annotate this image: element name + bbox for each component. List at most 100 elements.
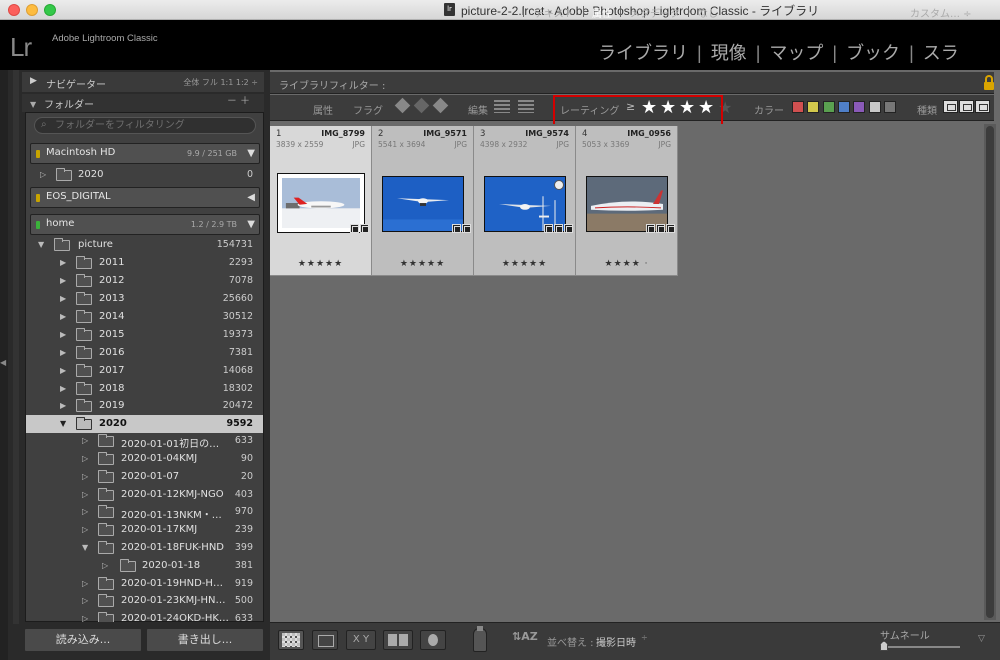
- color-label-swatch[interactable]: [868, 101, 881, 113]
- volume-toggle-icon[interactable]: ◀: [247, 192, 255, 203]
- expand-triangle-icon[interactable]: ▶: [60, 276, 66, 285]
- folder-row[interactable]: ▷ 2020 0: [26, 166, 263, 184]
- thumbnail-cell[interactable]: 4 IMG_0956 5053 x 3369 JPG ★★★★ ·: [576, 126, 678, 276]
- cell-rating[interactable]: ★★★★★: [474, 259, 575, 269]
- folder-row[interactable]: ▶ 2011 2293: [26, 254, 263, 272]
- kind-virtual-copy-icon[interactable]: [959, 100, 974, 113]
- expand-triangle-icon[interactable]: ▶: [60, 366, 66, 375]
- metadata-badge-icon[interactable]: [656, 224, 665, 233]
- folder-row[interactable]: ▷ 2020-01-19HND-H… 919: [26, 575, 263, 593]
- folder-row[interactable]: ▶ 2013 25660: [26, 290, 263, 308]
- collapse-triangle-icon[interactable]: ▼: [60, 419, 66, 428]
- folder-row[interactable]: ▶ 2016 7381: [26, 344, 263, 362]
- collapse-left-panel-icon[interactable]: ◀: [0, 358, 6, 367]
- close-window-button[interactable]: [8, 4, 20, 16]
- folder-row[interactable]: ▷ 2020-01-04KMJ 90: [26, 450, 263, 468]
- edit-badge-icon[interactable]: [462, 224, 471, 233]
- compare-view-button[interactable]: X Y: [346, 630, 376, 650]
- sort-direction-icon[interactable]: ⇅AZ: [512, 630, 538, 643]
- folder-row[interactable]: ▷ 2020-01-12KMJ-NGO 403: [26, 486, 263, 504]
- metadata-badge-icon[interactable]: [554, 224, 563, 233]
- expand-triangle-icon[interactable]: ▶: [60, 384, 66, 393]
- expand-triangle-icon[interactable]: ▶: [60, 294, 66, 303]
- module-book[interactable]: ブック: [846, 39, 900, 65]
- edit-badge-icon[interactable]: [564, 224, 573, 233]
- folder-row[interactable]: ▷ 2020-01-18 381: [26, 557, 263, 575]
- metadata-badge-icon[interactable]: [452, 224, 461, 233]
- expand-triangle-icon[interactable]: ▷: [82, 525, 88, 534]
- collapse-triangle-icon[interactable]: ▼: [30, 100, 36, 109]
- export-button[interactable]: 書き出し...: [146, 628, 264, 652]
- edit-badge-icon[interactable]: [666, 224, 675, 233]
- left-panel-scrollbar[interactable]: [13, 70, 19, 624]
- folder-row[interactable]: ▷ 2020-01-24OKD-HK… 633: [26, 610, 263, 622]
- sort-criteria-dropdown[interactable]: 撮影日時: [596, 634, 636, 649]
- expand-triangle-icon[interactable]: ▷: [82, 596, 88, 605]
- folder-row[interactable]: ▷ 2020-01-07 20: [26, 468, 263, 486]
- cell-rating[interactable]: ★★★★★: [270, 259, 371, 269]
- thumbnail-cell[interactable]: 1 IMG_8799 3839 x 2559 JPG ★★★★★: [270, 126, 372, 276]
- collapse-triangle-icon[interactable]: ▼: [82, 543, 88, 552]
- expand-triangle-icon[interactable]: ▶: [30, 76, 37, 86]
- color-label-swatch[interactable]: [792, 101, 804, 113]
- expand-triangle-icon[interactable]: ▶: [60, 258, 66, 267]
- kind-master-icon[interactable]: [943, 100, 958, 113]
- metadata-badge-icon[interactable]: [350, 224, 359, 233]
- expand-triangle-icon[interactable]: ▷: [82, 436, 88, 445]
- toolbar-menu-triangle-icon[interactable]: ▽: [978, 634, 985, 644]
- color-label-swatch[interactable]: [837, 101, 850, 113]
- folders-header[interactable]: ▼ フォルダー － ＋: [22, 94, 264, 112]
- volume-toggle-icon[interactable]: ▼: [247, 219, 255, 230]
- expand-triangle-icon[interactable]: ▶: [60, 401, 66, 410]
- navigator-zoom-options[interactable]: 全体 フル 1:1 1:2 ÷: [183, 77, 258, 88]
- scrollbar-thumb[interactable]: [986, 126, 994, 618]
- kind-video-icon[interactable]: [975, 100, 990, 113]
- folder-row[interactable]: ▷ 2020-01-17KMJ 239: [26, 521, 263, 539]
- minimize-window-button[interactable]: [26, 4, 38, 16]
- module-develop[interactable]: 現像: [711, 39, 747, 65]
- color-label-swatch[interactable]: [807, 101, 820, 113]
- volume-macintosh-hd[interactable]: Macintosh HD 9.9 / 251 GB ▼: [30, 143, 260, 164]
- folder-row[interactable]: ▶ 2014 30512: [26, 308, 263, 326]
- color-label-swatch[interactable]: [883, 101, 896, 113]
- module-slideshow[interactable]: スラ: [923, 39, 959, 65]
- module-library[interactable]: ライブラリ: [598, 39, 688, 65]
- folder-row[interactable]: ▼ 2020-01-18FUK-HND 399: [26, 539, 263, 557]
- folder-row[interactable]: ▶ 2012 7078: [26, 272, 263, 290]
- import-button[interactable]: 読み込み...: [24, 628, 142, 652]
- color-label-swatch[interactable]: [853, 101, 866, 113]
- thumbnail-size-slider[interactable]: [884, 646, 960, 648]
- folder-row[interactable]: ▷ 2020-01-13NKM・… 970: [26, 503, 263, 521]
- collapse-triangle-icon[interactable]: ▼: [38, 240, 44, 249]
- expand-triangle-icon[interactable]: ▷: [82, 490, 88, 499]
- painter-spray-icon[interactable]: [473, 626, 487, 652]
- lock-icon[interactable]: [984, 75, 994, 91]
- sort-dropdown-arrows[interactable]: ÷: [641, 633, 648, 642]
- expand-triangle-icon[interactable]: ▷: [82, 454, 88, 463]
- folder-row[interactable]: ▶ 2015 19373: [26, 326, 263, 344]
- expand-triangle-icon[interactable]: ▶: [60, 348, 66, 357]
- quick-collection-circle-icon[interactable]: [554, 180, 564, 190]
- people-view-button[interactable]: [420, 630, 446, 650]
- volume-home[interactable]: home 1.2 / 2.9 TB ▼: [30, 214, 260, 235]
- crop-badge-icon[interactable]: [646, 224, 655, 233]
- expand-triangle-icon[interactable]: ▷: [82, 472, 88, 481]
- thumbnail-cell[interactable]: 2 IMG_9571 5541 x 3694 JPG ★★★★★: [372, 126, 474, 276]
- expand-triangle-icon[interactable]: ▷: [82, 579, 88, 588]
- cell-rating[interactable]: ★★★★★: [372, 259, 473, 269]
- folder-search[interactable]: ⌕: [34, 117, 256, 134]
- filter-tab-text[interactable]: テキスト: [534, 5, 574, 20]
- survey-view-button[interactable]: [383, 630, 413, 650]
- cell-rating[interactable]: ★★★★ ·: [576, 259, 677, 269]
- folder-row[interactable]: ▶ 2018 18302: [26, 380, 263, 398]
- expand-triangle-icon[interactable]: ▷: [82, 507, 88, 516]
- folder-expand-icon[interactable]: ▷: [40, 170, 46, 179]
- folder-row[interactable]: ▷ 2020-01-23KMJ-HN… 500: [26, 592, 263, 610]
- filter-tab-metadata[interactable]: メタデータ: [630, 5, 680, 20]
- thumbnail-cell[interactable]: 3 IMG_9574 4398 x 2932 JPG ★★★★★: [474, 126, 576, 276]
- filter-preset-dropdown[interactable]: カスタム… ÷: [910, 5, 972, 20]
- expand-triangle-icon[interactable]: ▷: [82, 614, 88, 622]
- filter-tab-attribute[interactable]: 属性: [592, 5, 612, 20]
- zoom-window-button[interactable]: [44, 4, 56, 16]
- unedited-filter-icon[interactable]: [518, 100, 534, 113]
